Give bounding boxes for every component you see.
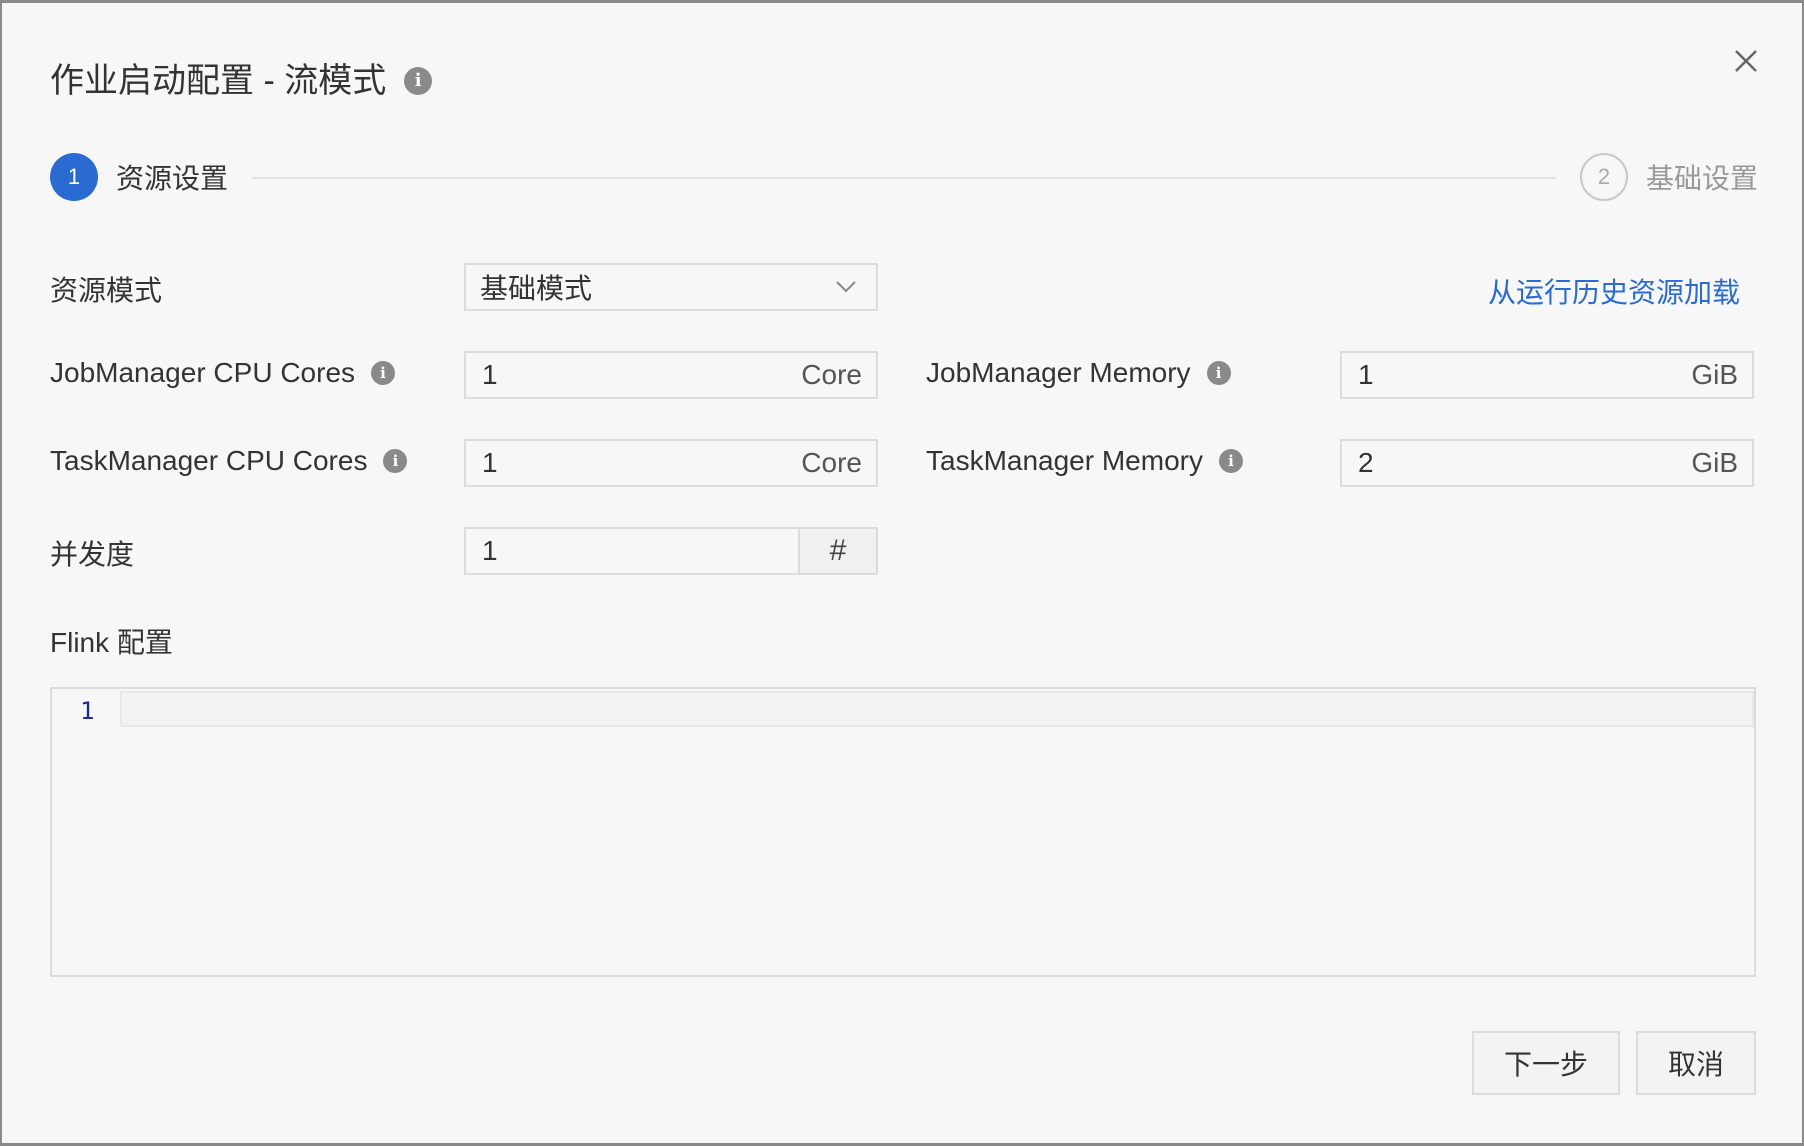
tm-memory-value: 2 [1358,447,1374,478]
resource-mode-value: 基础模式 [480,273,593,304]
tm-memory-label: TaskManager Memory i [926,445,1243,477]
dialog-title-text: 作业启动配置 - 流模式 [50,62,387,100]
tm-cpu-unit: Core [801,447,862,478]
close-icon[interactable] [1728,43,1764,79]
flink-config-label-text: Flink 配置 [50,627,173,658]
jm-cpu-label-text: JobManager CPU Cores [50,357,356,388]
tm-memory-label-text: TaskManager Memory [926,445,1203,476]
jm-cpu-label: JobManager CPU Cores i [50,357,396,389]
tm-memory-input[interactable]: 2 GiB [1340,439,1754,487]
step-label: 基础设置 [1646,163,1759,194]
hash-icon[interactable]: # [798,529,876,573]
jm-memory-value: 1 [1358,359,1374,390]
flink-config-label: Flink 配置 [50,621,173,661]
parallelism-label-text: 并发度 [50,539,135,570]
resource-mode-label-text: 资源模式 [50,275,163,306]
jm-cpu-unit: Core [801,359,862,390]
chevron-down-icon [816,280,876,294]
step-number-circle: 2 [1580,153,1628,201]
parallelism-label: 并发度 [50,533,134,573]
load-from-history-link[interactable]: 从运行历史资源加载 [1488,271,1740,311]
job-start-config-dialog: 作业启动配置 - 流模式 i 1 资源设置 2 基础设置 资源模式 基础模式 从… [2,3,1802,1143]
jm-memory-input[interactable]: 1 GiB [1340,351,1754,399]
active-line-highlight[interactable] [120,691,1754,727]
line-number: 1 [80,697,95,725]
info-icon[interactable]: i [371,361,396,385]
tm-cpu-input[interactable]: 1 Core [464,439,878,487]
jm-cpu-value: 1 [482,359,498,390]
jm-memory-label-text: JobManager Memory [926,357,1191,388]
step-resource-settings: 1 资源设置 [50,153,228,201]
parallelism-value: 1 [482,535,498,566]
step-label: 资源设置 [116,163,229,194]
resource-mode-select[interactable]: 基础模式 [464,263,878,311]
next-step-button[interactable]: 下一步 [1472,1031,1620,1095]
flink-config-editor[interactable]: 1 [50,687,1756,977]
step-number-circle: 1 [50,153,98,201]
parallelism-input[interactable]: 1 # [464,527,878,575]
steps-connector-line [252,177,1556,179]
cancel-button[interactable]: 取消 [1636,1031,1756,1095]
tm-cpu-label: TaskManager CPU Cores i [50,445,408,477]
info-icon[interactable]: i [1218,449,1243,473]
step-basic-settings: 2 基础设置 [1580,153,1758,201]
tm-cpu-label-text: TaskManager CPU Cores [50,445,368,476]
jm-memory-label: JobManager Memory i [926,357,1231,389]
tm-memory-unit: GiB [1691,447,1738,478]
dialog-title: 作业启动配置 - 流模式 i [50,61,433,101]
resource-mode-label: 资源模式 [50,269,162,309]
info-icon[interactable]: i [383,449,408,473]
info-icon[interactable]: i [404,67,433,95]
jm-cpu-input[interactable]: 1 Core [464,351,878,399]
info-icon[interactable]: i [1206,361,1231,385]
tm-cpu-value: 1 [482,447,498,478]
jm-memory-unit: GiB [1691,359,1738,390]
